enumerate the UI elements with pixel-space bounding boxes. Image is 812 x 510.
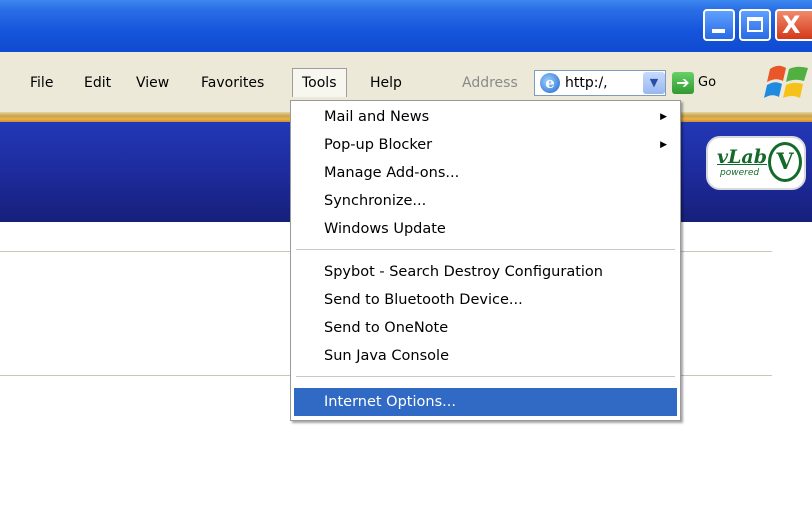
menu-separator (296, 376, 675, 377)
minimize-icon (712, 29, 725, 33)
go-button[interactable]: Go (698, 72, 716, 94)
address-input[interactable]: e http:/, ▼ (534, 70, 666, 96)
vlab-logo-subtext: powered (720, 168, 760, 178)
menu-item-synchronize[interactable]: Synchronize... (294, 187, 677, 215)
menu-item-manage-addons[interactable]: Manage Add-ons... (294, 159, 677, 187)
menu-view[interactable]: View (130, 72, 175, 94)
menu-item-send-to-onenote[interactable]: Send to OneNote (294, 314, 677, 342)
address-dropdown-icon[interactable]: ▼ (643, 72, 665, 94)
minimize-button[interactable] (703, 9, 735, 41)
menu-item-send-to-bluetooth[interactable]: Send to Bluetooth Device... (294, 286, 677, 314)
address-value[interactable]: http:/, (565, 73, 608, 93)
submenu-arrow-icon: ▶ (660, 140, 667, 150)
address-label: Address (462, 75, 518, 91)
menu-help[interactable]: Help (364, 72, 408, 94)
windows-logo-icon (764, 65, 808, 98)
vlab-mark-icon: V (768, 142, 802, 182)
menu-item-internet-options[interactable]: Internet Options... (294, 388, 677, 416)
submenu-arrow-icon: ▶ (660, 112, 667, 122)
menu-item-label: Mail and News (324, 109, 430, 125)
menu-item-spybot-config[interactable]: Spybot - Search Destroy Configuration (294, 258, 677, 286)
menu-tools[interactable]: Tools (292, 68, 347, 97)
menu-file[interactable]: File (24, 72, 59, 94)
menu-item-label: Pop-up Blocker (324, 137, 433, 153)
tools-dropdown-menu: Mail and News ▶ Pop-up Blocker ▶ Manage … (290, 100, 681, 421)
vlab-logo: vLab powered V (706, 136, 806, 190)
menu-favorites[interactable]: Favorites (195, 72, 270, 94)
menu-item-popup-blocker[interactable]: Pop-up Blocker ▶ (294, 131, 677, 159)
maximize-icon (747, 17, 763, 32)
menu-item-mail-and-news[interactable]: Mail and News ▶ (294, 103, 677, 131)
ie-page-icon: e (540, 73, 560, 93)
menu-edit[interactable]: Edit (78, 72, 117, 94)
close-icon: X (782, 11, 801, 39)
close-button[interactable]: X (775, 9, 812, 41)
vlab-logo-text: vLab (717, 146, 767, 168)
maximize-button[interactable] (739, 9, 771, 41)
go-arrow-icon[interactable]: ➔ (672, 72, 694, 94)
menu-item-sun-java-console[interactable]: Sun Java Console (294, 342, 677, 370)
menu-separator (296, 249, 675, 250)
menu-item-windows-update[interactable]: Windows Update (294, 215, 677, 243)
title-bar: X (0, 0, 812, 52)
